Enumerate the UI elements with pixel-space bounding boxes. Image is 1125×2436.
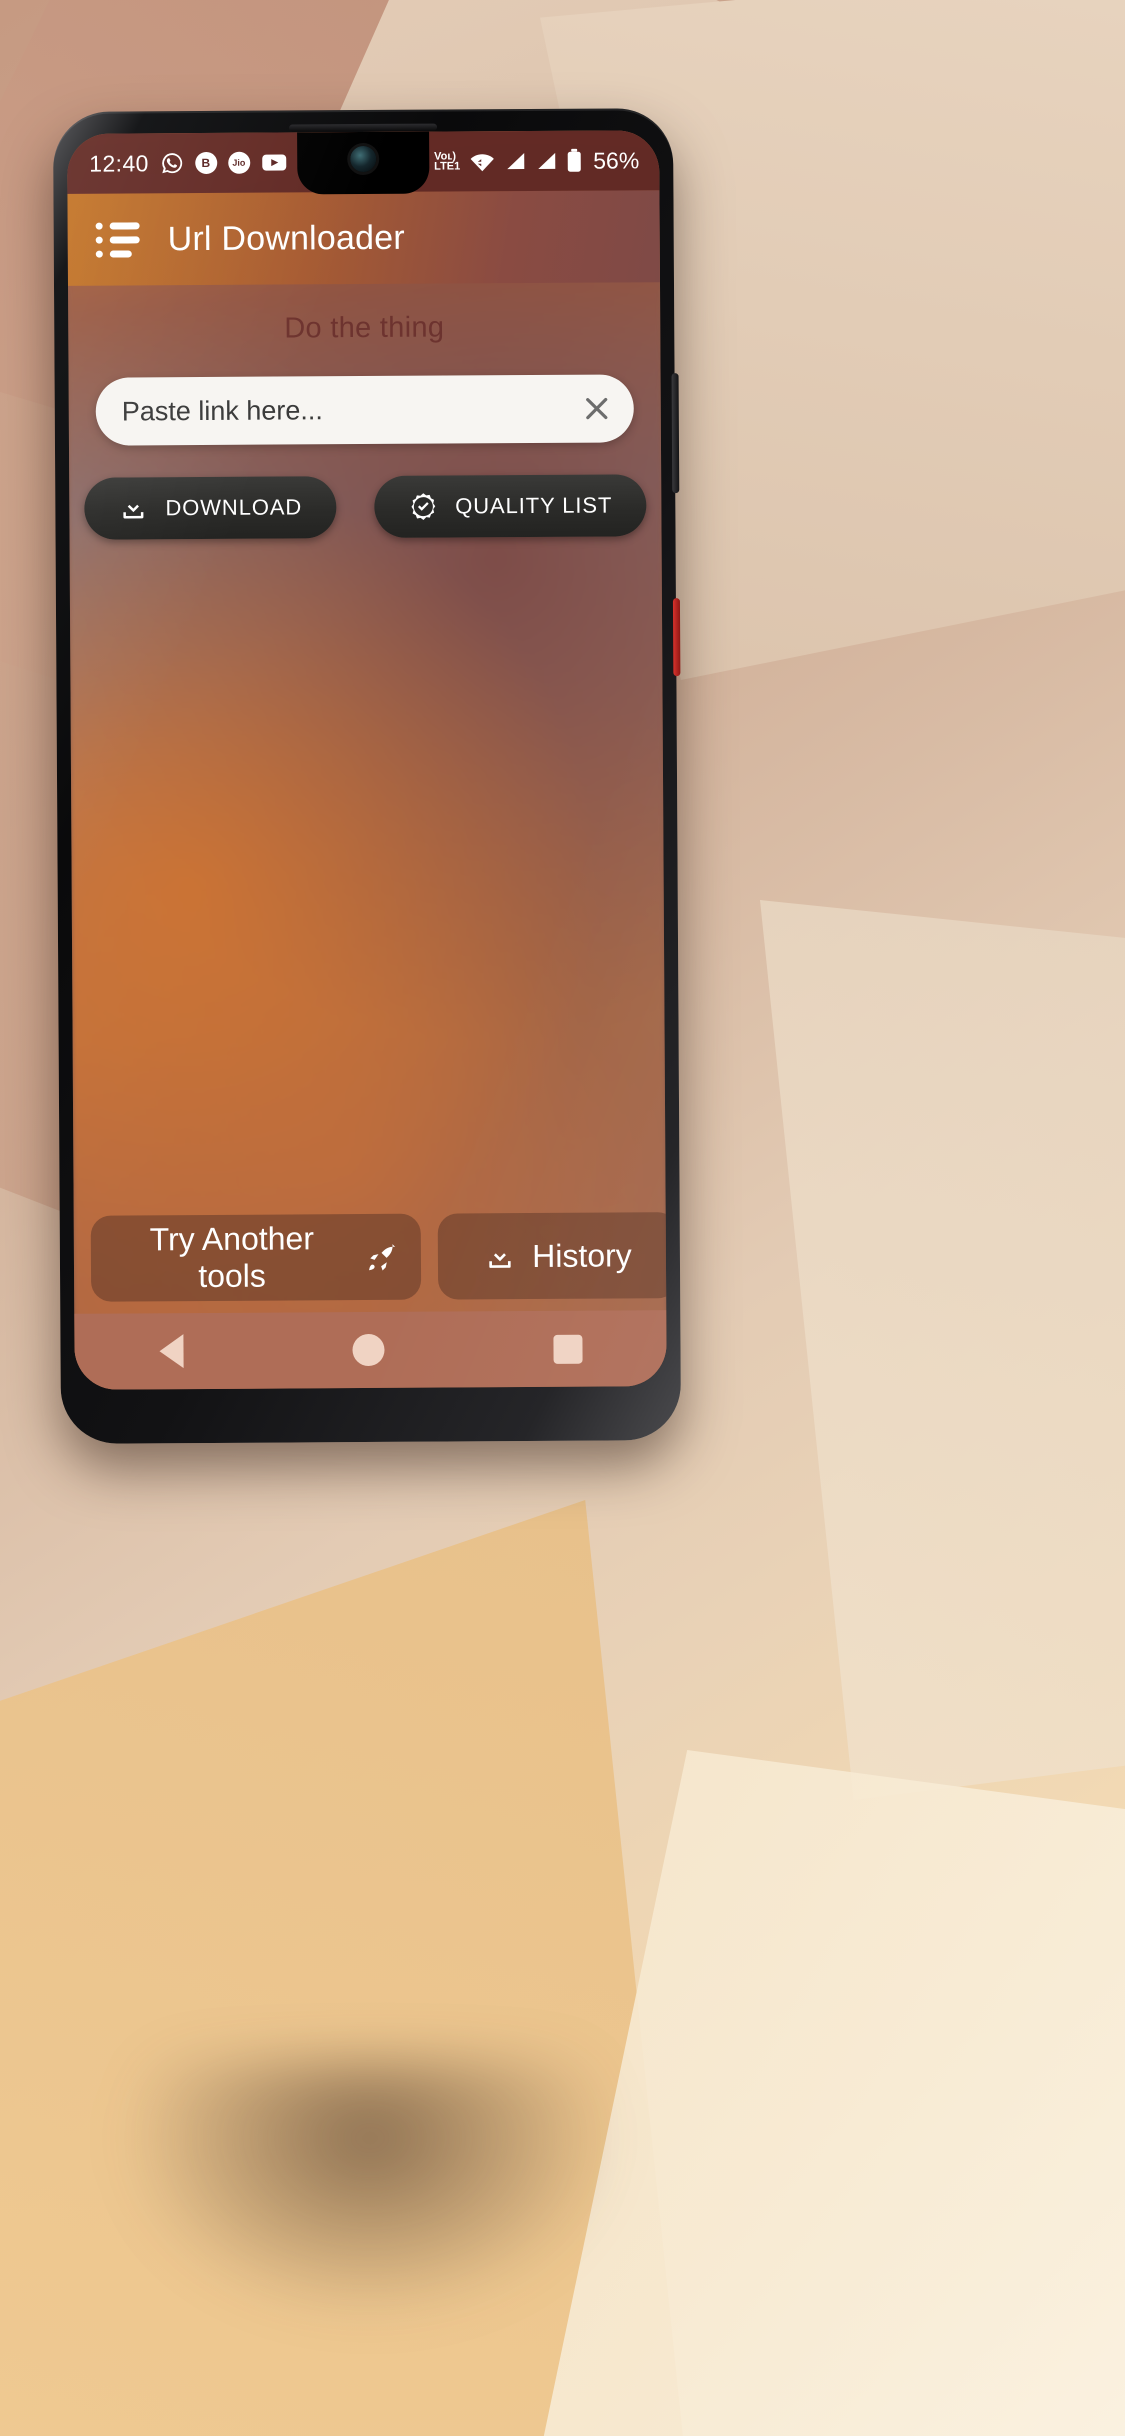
download-button[interactable]: DOWNLOAD xyxy=(84,476,337,540)
signal-bars-sim2-icon xyxy=(535,151,557,171)
url-input[interactable] xyxy=(121,393,574,427)
jio-label: Jio xyxy=(232,157,246,168)
bot-message-letter: B xyxy=(201,155,211,170)
display-notch xyxy=(297,131,430,195)
volte-bottom-text: LTE1 xyxy=(434,160,461,173)
power-button[interactable] xyxy=(672,598,681,677)
battery-icon xyxy=(566,148,582,173)
backdrop-polygon-7 xyxy=(760,900,1125,1800)
download-icon xyxy=(118,493,148,523)
back-triangle-icon[interactable] xyxy=(158,1334,184,1369)
download-button-label: DOWNLOAD xyxy=(165,494,303,521)
bottom-button-row: Try Another tools History xyxy=(90,1212,667,1302)
try-another-tools-button[interactable]: Try Another tools xyxy=(90,1213,422,1302)
history-label: History xyxy=(532,1236,632,1274)
earpiece-speaker xyxy=(289,123,438,132)
phone-drop-shadow xyxy=(120,2060,620,2320)
android-nav-bar xyxy=(74,1310,667,1390)
signal-bars-sim1-icon xyxy=(504,151,526,171)
phone-screen: 12:40 B Jio Voʟ) LTE1 56% Url Downloader… xyxy=(67,130,667,1390)
home-circle-icon[interactable] xyxy=(351,1333,385,1367)
phone-device: 12:40 B Jio Voʟ) LTE1 56% Url Downloader… xyxy=(52,108,682,1444)
volte-icon: Voʟ) LTE1 xyxy=(434,150,461,173)
history-button[interactable]: History xyxy=(437,1212,667,1300)
app-bar: Url Downloader xyxy=(67,190,660,286)
wifi-icon xyxy=(469,150,495,172)
scene: 12:40 B Jio Voʟ) LTE1 56% Url Downloader… xyxy=(0,0,1125,2436)
try-another-tools-label: Try Another tools xyxy=(149,1220,315,1295)
verified-check-icon xyxy=(408,492,438,522)
hint-label: Do the thing xyxy=(284,311,445,345)
action-button-row: DOWNLOAD QUALITY LIST xyxy=(69,474,661,540)
rocket-icon xyxy=(365,1242,396,1272)
status-bar-right: Voʟ) LTE1 56% xyxy=(417,147,639,175)
status-clock: 12:40 xyxy=(89,149,149,177)
download-icon xyxy=(484,1241,514,1271)
quality-list-button-label: QUALITY LIST xyxy=(455,492,613,519)
list-menu-icon[interactable] xyxy=(95,221,140,258)
jio-icon: Jio xyxy=(227,151,250,174)
status-bar-left: 12:40 B Jio xyxy=(89,149,287,177)
youtube-icon xyxy=(261,152,287,172)
main-content: Do the thing Paste link here... DOWNLOAD… xyxy=(68,282,667,1390)
page-title: Url Downloader xyxy=(167,218,405,258)
quality-list-button[interactable]: QUALITY LIST xyxy=(373,474,647,538)
recents-square-icon[interactable] xyxy=(552,1334,583,1364)
url-input-container[interactable] xyxy=(95,374,634,446)
battery-percent-label: 56% xyxy=(593,146,640,174)
whatsapp-icon xyxy=(160,151,184,175)
volume-button[interactable] xyxy=(671,373,680,494)
front-camera-icon xyxy=(350,145,377,173)
bot-message-icon: B xyxy=(194,151,217,175)
close-icon[interactable] xyxy=(574,385,620,431)
